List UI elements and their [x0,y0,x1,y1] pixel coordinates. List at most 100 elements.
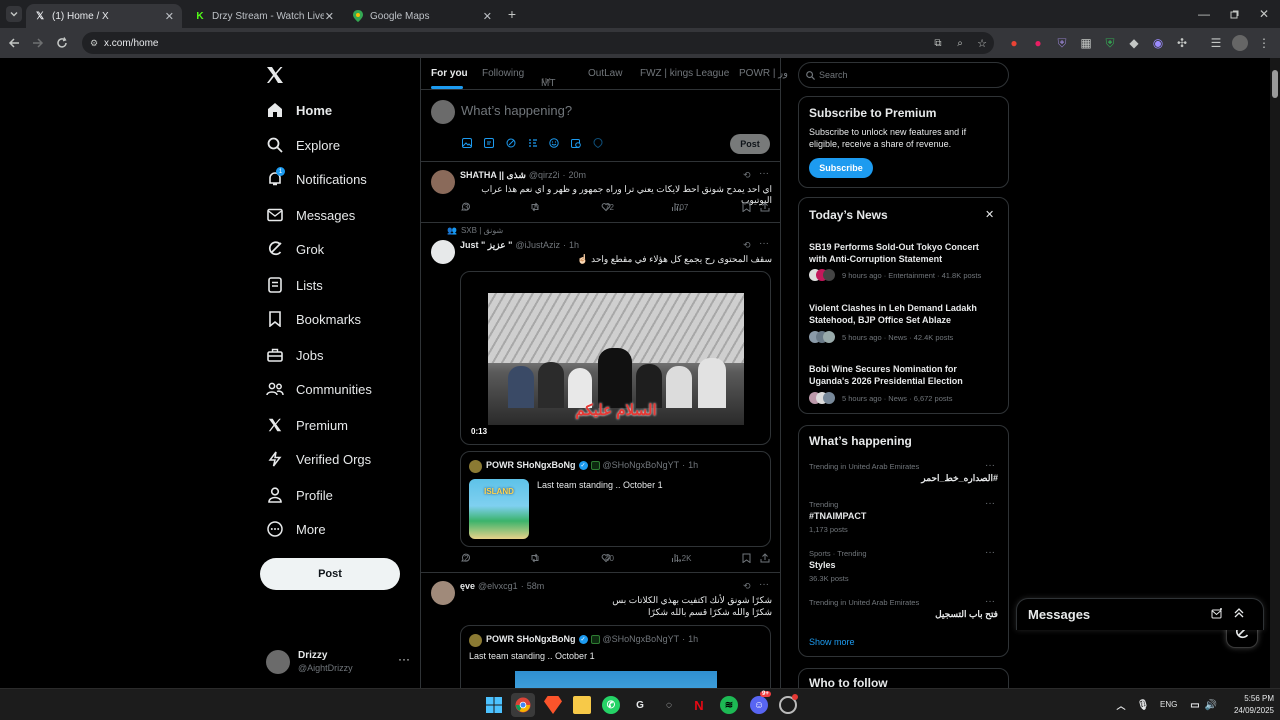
subscribe-button[interactable]: Subscribe [809,158,873,178]
spotify-icon[interactable]: ≋ [720,696,738,714]
share-button[interactable] [760,202,770,212]
tweet-more-icon[interactable]: ··· [759,238,769,249]
browser-tab-drzy-stream[interactable]: K Drzy Stream - Watch Live on Ki ✕ [186,4,342,28]
gif-icon[interactable] [484,138,494,148]
author-name[interactable]: Just " عزيز " [460,240,512,251]
post-button[interactable]: Post [260,558,400,590]
reload-icon[interactable] [54,35,70,51]
tab-outlaw[interactable]: OutLaw [588,68,622,79]
back-icon[interactable] [6,35,22,51]
trend-item[interactable]: Trending in United Arab Emirates ··· فتح… [799,596,1008,630]
news-headline[interactable]: Violent Clashes in Leh Demand Ladakh Sta… [809,302,994,326]
profile-avatar-icon[interactable] [1232,35,1248,51]
extension-diamond-icon[interactable]: ◆ [1126,35,1142,51]
grok-tweet-icon[interactable]: ⟲ [743,170,751,181]
author-name[interactable]: SHATHA || شذى [460,170,526,181]
language-indicator[interactable]: ENG [1160,700,1177,709]
tab-for-you[interactable]: For you [431,68,468,79]
author-handle[interactable]: @elvxcg1 [478,581,518,591]
browser-menu-icon[interactable]: ⋮ [1256,35,1272,51]
install-app-icon[interactable]: ⧉ [930,35,946,51]
scrollbar-thumb[interactable] [1272,70,1278,98]
like-button[interactable]: 40 [601,553,614,563]
tweet-time[interactable]: 1h [569,240,579,251]
tab-search-icon[interactable] [6,6,22,22]
views-button[interactable]: 707 [671,202,688,212]
author-handle[interactable]: @qirz2i [529,170,560,181]
account-more-icon[interactable]: ··· [398,652,410,666]
clock-date[interactable]: 24/09/2025 [1222,706,1274,715]
author-handle[interactable]: @iJustAziz [515,240,560,251]
address-bar[interactable]: ⚙ x.com/home ⧉ ⌕ ☆ [82,32,994,54]
location-icon[interactable] [593,138,603,148]
trend-item[interactable]: Trending ··· #TNAIMPACT 1,173 posts [799,498,1008,538]
extension-eye-icon[interactable]: ◉ [1150,35,1166,51]
new-tab-icon[interactable]: + [504,6,520,22]
netflix-icon[interactable]: N [690,696,708,714]
bookmark-button[interactable] [742,202,751,212]
grok-compose-icon[interactable] [506,138,516,148]
file-explorer-icon[interactable] [573,696,591,714]
tab-following[interactable]: Following [482,68,524,79]
avatar[interactable] [431,240,455,264]
extensions-puzzle-icon[interactable]: ✣ [1174,35,1190,51]
minimize-window-icon[interactable]: — [1196,6,1212,22]
media-icon[interactable] [462,138,472,148]
nav-profile[interactable]: Profile [266,480,333,510]
browser-tab-google-maps[interactable]: Google Maps ✕ [344,4,500,28]
whatsapp-icon[interactable]: ✆ [602,696,620,714]
discord-icon[interactable]: ☺ 9+ [750,691,771,714]
tweet-more-icon[interactable]: ··· [759,579,769,590]
avatar[interactable] [431,581,455,605]
quoted-tweet[interactable]: POWR SHoNgxBoNg ✓ @SHoNgxBoNgYT · 1h ISL… [460,451,771,547]
reply-button[interactable]: 3 [460,202,470,212]
grok-tweet-icon[interactable]: ⟲ [743,581,751,592]
compose-input[interactable]: What’s happening? [461,103,572,118]
tray-chevron-icon[interactable]: ︿ [1112,696,1130,714]
trend-more-icon[interactable]: ··· [985,460,995,471]
nav-home[interactable]: Home [266,95,332,125]
x-logo-icon[interactable] [266,66,286,86]
repost-button[interactable]: 1 [530,553,540,563]
views-button[interactable]: 1.2K [671,553,691,563]
tweet-time[interactable]: 58m [527,581,545,591]
show-more-link[interactable]: Show more [809,637,855,647]
emoji-icon[interactable] [549,138,559,148]
compose-post-button[interactable]: Post [730,134,770,154]
news-headline[interactable]: SB19 Performs Sold-Out Tokyo Concert wit… [809,241,994,265]
video-card[interactable]: السلام عليكم 0:13 [460,271,771,445]
close-news-icon[interactable]: ✕ [985,208,994,221]
nav-verified-orgs[interactable]: Verified Orgs [266,444,371,474]
nav-messages[interactable]: Messages [266,200,355,230]
sync-app-icon[interactable]: ◌ [660,696,678,714]
tab-fwz-kings-league[interactable]: FWZ | kings League [640,68,729,79]
tweet-more-icon[interactable]: ··· [759,168,769,179]
reading-list-icon[interactable]: ☰ [1208,35,1224,51]
nav-jobs[interactable]: Jobs [266,340,323,370]
close-tab-icon[interactable]: ✕ [165,10,174,23]
tweet[interactable]: ęve @elvxcg1 · 58m ⟲ ··· شكرًا شونق لأنك… [421,573,780,688]
account-switcher[interactable]: Drizzy @AightDrizzy ··· [266,648,414,680]
chrome-taskbar-icon[interactable] [511,693,535,717]
browser-tab-x-home[interactable]: 𝕏 (1) Home / X ✕ [26,4,182,28]
grok-tweet-icon[interactable]: ⟲ [743,240,751,251]
extension-shield-icon[interactable]: ⛨ [1054,35,1070,51]
nav-more[interactable]: More [266,514,326,544]
quoted-tweet[interactable]: POWR SHoNgxBoNg ✓ @SHoNgxBoNgYT · 1h Las… [460,625,771,688]
trend-more-icon[interactable]: ··· [985,596,995,607]
reply-button[interactable]: 2 [460,553,470,563]
clock-time[interactable]: 5:56 PM [1226,694,1274,703]
context-label[interactable]: SXB | شونق [461,226,503,235]
trend-more-icon[interactable]: ··· [985,547,995,558]
maximize-window-icon[interactable] [1226,6,1242,22]
schedule-icon[interactable] [571,138,581,148]
share-button[interactable] [760,553,770,563]
search-input[interactable]: Search [798,62,1009,88]
nav-communities[interactable]: Communities [266,374,372,404]
repost-button[interactable]: 5 [530,202,540,212]
extension-grid-icon[interactable]: ▦ [1078,35,1094,51]
nav-bookmarks[interactable]: Bookmarks [266,304,361,334]
site-settings-icon[interactable]: ⚙ [86,35,102,51]
bookmark-star-icon[interactable]: ☆ [974,35,990,51]
video-thumbnail[interactable]: السلام عليكم [488,293,744,425]
